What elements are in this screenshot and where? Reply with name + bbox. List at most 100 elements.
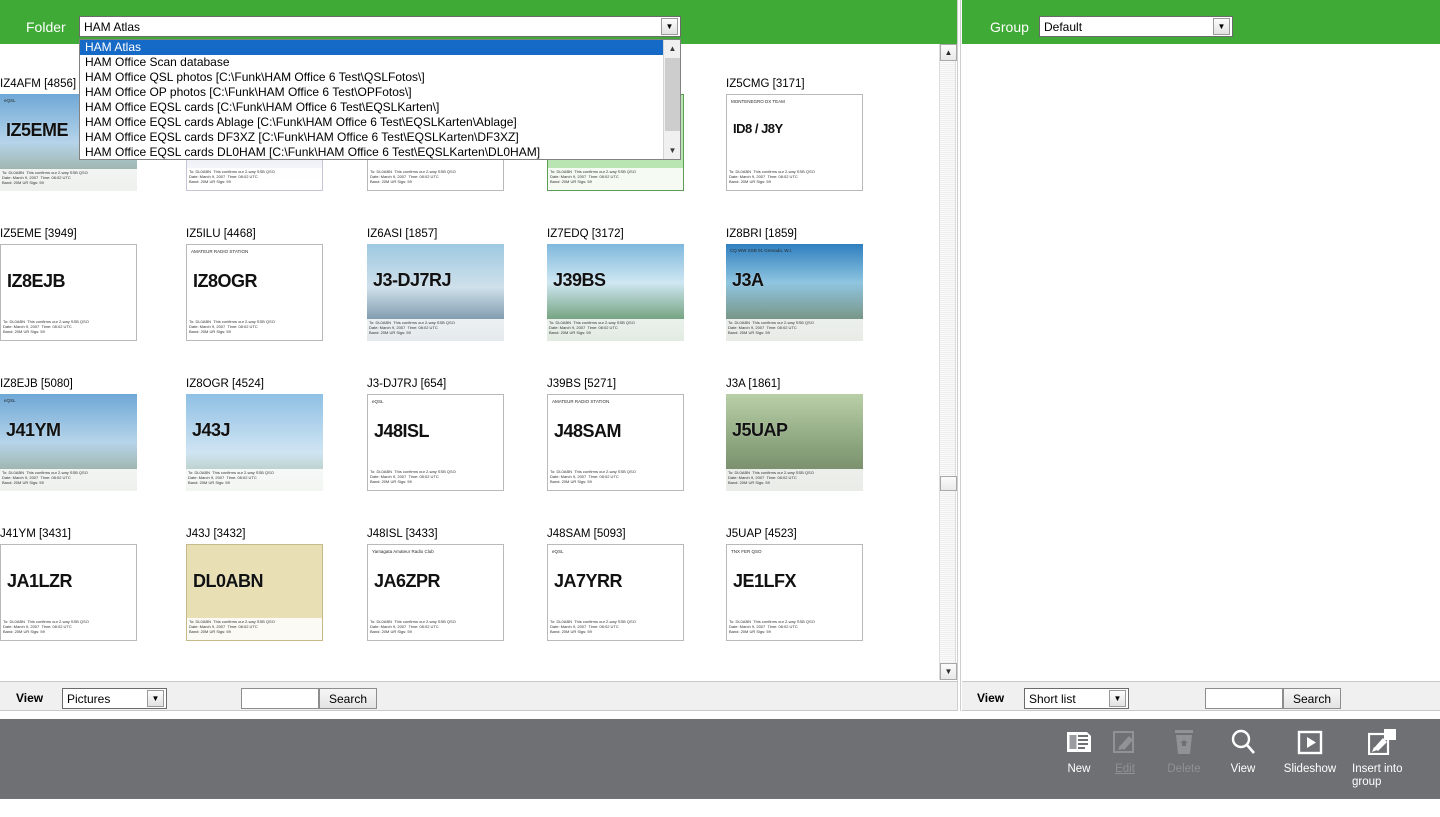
new-button-label: New xyxy=(1067,763,1091,775)
picture-cell[interactable]: IZ8BRI [1859] CQ WW SSB 01 Grenada, W.I. J… xyxy=(726,228,863,341)
picture-cell[interactable]: IZ8OGR [4524] J43J To: DL0ABN This confirm… xyxy=(186,378,323,491)
folder-combobox[interactable]: HAM Atlas ▼ xyxy=(79,16,681,37)
right-view-combobox-value: Short list xyxy=(1029,691,1076,706)
chevron-down-icon[interactable]: ▼ xyxy=(1213,18,1230,35)
picture-thumbnail[interactable]: J5UAP To: DL0ABN This confirms our 2-way … xyxy=(726,394,863,491)
picture-thumbnail[interactable]: eQSL J41YM To: DL0ABN This confirms our 2-… xyxy=(0,394,137,491)
left-view-combobox[interactable]: Pictures ▼ xyxy=(62,688,167,709)
panel-divider[interactable] xyxy=(957,0,961,711)
picture-grid-scrollbar-thumb[interactable] xyxy=(940,476,957,491)
picture-cell[interactable]: J39BS [5271] AMATEUR RADIO STATION J48SAM T… xyxy=(547,378,684,491)
picture-thumbnail[interactable]: J43J To: DL0ABN This confirms our 2-way S… xyxy=(186,394,323,491)
delete-button-label: Delete xyxy=(1167,763,1201,775)
left-search-button[interactable]: Search xyxy=(319,688,377,709)
right-view-toolbar: View Short list ▼ Search xyxy=(962,681,1440,711)
right-search-button[interactable]: Search xyxy=(1283,688,1341,709)
left-search-input[interactable] xyxy=(241,688,319,709)
group-combobox[interactable]: Default ▼ xyxy=(1039,16,1233,37)
chevron-down-icon[interactable]: ▼ xyxy=(147,690,164,707)
dropdown-scrollbar[interactable]: ▲ ▼ xyxy=(663,40,680,159)
delete-button: Delete xyxy=(1152,727,1216,776)
picture-thumbnail[interactable]: TNX FER QSO JE1LFX To: DL0ABN This confirm… xyxy=(726,544,863,641)
picture-cell[interactable]: J43J [3432] DL0ABN To: DL0ABN This confirm… xyxy=(186,528,323,641)
picture-cell-label: IZ5EME [3949] xyxy=(0,228,77,240)
dropdown-scrollbar-thumb[interactable] xyxy=(665,58,680,131)
picture-thumbnail[interactable]: CQ WW SSB 01 Grenada, W.I. J3A To: DL0ABN … xyxy=(726,244,863,341)
right-view-combobox[interactable]: Short list ▼ xyxy=(1024,688,1129,709)
picture-thumbnail[interactable]: JA1LZR To: DL0ABN This confirms our 2-way… xyxy=(0,544,137,641)
slideshow-button-label: Slideshow xyxy=(1283,763,1337,775)
picture-cell-label: IZ5ILU [4468] xyxy=(186,228,256,240)
folder-label: Folder xyxy=(26,19,66,35)
dropdown-item[interactable]: HAM Office Scan database xyxy=(80,55,663,70)
picture-thumbnail[interactable]: AMATEUR RADIO STATION J48SAM To: DL0ABN Th… xyxy=(547,394,684,491)
picture-grid-scrollbar[interactable]: ▲ ▼ xyxy=(939,44,957,680)
picture-thumbnail[interactable]: MONTENEGRO DX TEAM ID8 / J8Y To: DL0ABN Th… xyxy=(726,94,863,191)
picture-cell-label: J48SAM [5093] xyxy=(547,528,626,540)
group-list-panel[interactable] xyxy=(962,44,1440,680)
picture-cell[interactable]: IZ6ASI [1857] J3-DJ7RJ To: DL0ABN This con… xyxy=(367,228,504,341)
picture-cell-label: IZ8BRI [1859] xyxy=(726,228,797,240)
dropdown-item[interactable]: HAM Office QSL photos [C:\Funk\HAM Offic… xyxy=(80,70,663,85)
picture-cell[interactable]: IZ5CMG [3171] MONTENEGRO DX TEAM ID8 / J8Y… xyxy=(726,78,863,191)
view-button[interactable]: View xyxy=(1211,727,1275,776)
dropdown-item[interactable]: HAM Office EQSL cards [C:\Funk\HAM Offic… xyxy=(80,100,663,115)
trash-can-icon xyxy=(1152,727,1216,757)
folder-combobox-value: HAM Atlas xyxy=(84,19,141,34)
picture-cell[interactable]: J48SAM [5093] eQSL JA7YRR To: DL0ABN This c… xyxy=(547,528,684,641)
picture-cell-label: J5UAP [4523] xyxy=(726,528,797,540)
picture-cell-label: IZ8OGR [4524] xyxy=(186,378,264,390)
picture-cell[interactable]: IZ5ILU [4468] AMATEUR RADIO STATION IZ8OGR… xyxy=(186,228,323,341)
picture-thumbnail[interactable]: eQSL J48ISL To: DL0ABN This confirms our 2… xyxy=(367,394,504,491)
picture-thumbnail[interactable]: Yamagata Amateur Radio Club JA6ZPR To: DL0… xyxy=(367,544,504,641)
chevron-up-icon[interactable]: ▲ xyxy=(664,40,680,57)
picture-cell-label: IZ8EJB [5080] xyxy=(0,378,73,390)
picture-cell-label: J3-DJ7RJ [654] xyxy=(367,378,447,390)
action-toolbar: New Edit Delete View Slideshow Insert in… xyxy=(0,719,1440,799)
group-label: Group xyxy=(990,19,1029,35)
insert-into-group-button-label: Insert into group xyxy=(1352,763,1403,788)
picture-cell-label: J41YM [3431] xyxy=(0,528,71,540)
status-footer: Update thumbnails xyxy=(0,799,1440,817)
picture-thumbnail[interactable]: AMATEUR RADIO STATION IZ8OGR To: DL0ABN Th… xyxy=(186,244,323,341)
scroll-up-icon[interactable]: ▲ xyxy=(940,44,957,61)
picture-cell[interactable]: IZ5EME [3949] IZ8EJB To: DL0ABN This confi… xyxy=(0,228,137,341)
folder-dropdown-list[interactable]: HAM Atlas HAM Office Scan database HAM Off… xyxy=(79,39,681,160)
picture-thumbnail[interactable]: J3-DJ7RJ To: DL0ABN This confirms our 2-w… xyxy=(367,244,504,341)
picture-thumbnail[interactable]: J39BS To: DL0ABN This confirms our 2-way … xyxy=(547,244,684,341)
left-view-toolbar: View Pictures ▼ Search xyxy=(0,681,957,711)
group-combobox-value: Default xyxy=(1044,19,1083,34)
slideshow-button[interactable]: Slideshow xyxy=(1275,727,1345,776)
picture-thumbnail[interactable]: DL0ABN To: DL0ABN This confirms our 2-way… xyxy=(186,544,323,641)
picture-thumbnail[interactable]: IZ8EJB To: DL0ABN This confirms our 2-way… xyxy=(0,244,137,341)
chevron-down-icon[interactable]: ▼ xyxy=(1109,690,1126,707)
chevron-down-icon[interactable]: ▼ xyxy=(664,142,680,159)
right-search-input[interactable] xyxy=(1205,688,1283,709)
picture-cell-label: J48ISL [3433] xyxy=(367,528,438,540)
picture-cell[interactable]: J41YM [3431] JA1LZR To: DL0ABN This confir… xyxy=(0,528,137,641)
picture-cell-label: IZ7EDQ [3172] xyxy=(547,228,624,240)
picture-cell[interactable]: J3A [1861] J5UAP To: DL0ABN This confirms … xyxy=(726,378,863,491)
picture-cell[interactable]: IZ8EJB [5080] eQSL J41YM To: DL0ABN This co… xyxy=(0,378,137,491)
dropdown-item[interactable]: HAM Office EQSL cards DF3XZ [C:\Funk\HAM… xyxy=(80,130,663,145)
pencil-edit-icon xyxy=(1093,727,1157,757)
folder-header-bar: Folder HAM Atlas ▼ xyxy=(0,0,958,44)
edit-button-label: Edit xyxy=(1115,763,1135,775)
picture-cell-label: IZ5CMG [3171] xyxy=(726,78,805,90)
edit-button: Edit xyxy=(1093,727,1157,776)
picture-cell[interactable]: J3-DJ7RJ [654] eQSL J48ISL To: DL0ABN This … xyxy=(367,378,504,491)
play-in-frame-icon xyxy=(1275,727,1345,757)
picture-cell[interactable]: IZ7EDQ [3172] J39BS To: DL0ABN This confir… xyxy=(547,228,684,341)
dropdown-item[interactable]: HAM Atlas xyxy=(80,40,663,55)
dropdown-item[interactable]: HAM Office EQSL cards Ablage [C:\Funk\HA… xyxy=(80,115,663,130)
dropdown-item[interactable]: HAM Office EQSL cards DL0HAM [C:\Funk\HA… xyxy=(80,145,663,159)
left-view-combobox-value: Pictures xyxy=(67,691,111,706)
picture-cell[interactable]: J5UAP [4523] TNX FER QSO JE1LFX To: DL0ABN … xyxy=(726,528,863,641)
chevron-down-icon[interactable]: ▼ xyxy=(661,18,678,35)
picture-thumbnail[interactable]: eQSL JA7YRR To: DL0ABN This confirms our 2… xyxy=(547,544,684,641)
picture-cell-label: J3A [1861] xyxy=(726,378,781,390)
insert-into-group-button[interactable]: Insert into group xyxy=(1352,727,1418,789)
picture-cell[interactable]: J48ISL [3433] Yamagata Amateur Radio Club… xyxy=(367,528,504,641)
scroll-down-icon[interactable]: ▼ xyxy=(940,663,957,680)
dropdown-item[interactable]: HAM Office OP photos [C:\Funk\HAM Office… xyxy=(80,85,663,100)
